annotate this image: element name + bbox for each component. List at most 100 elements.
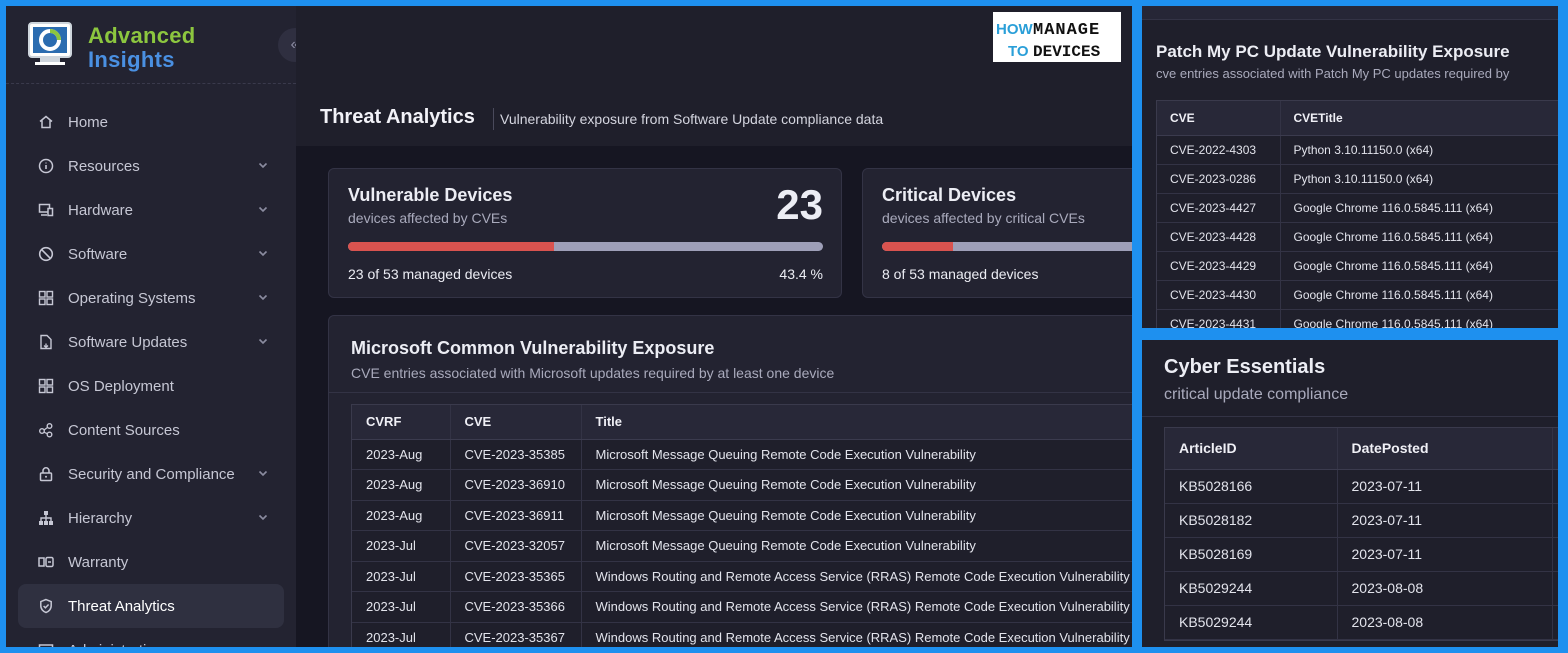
sidebar-item-label: Hierarchy	[68, 509, 133, 527]
sidebar-item-software[interactable]: Software	[18, 232, 284, 276]
microsoft-cve-panel: Microsoft Common Vulnerability Exposure …	[328, 315, 1132, 647]
table-cell: CVE-2023-35365	[450, 561, 582, 592]
panel-subtitle: cve entries associated with Patch My PC …	[1156, 66, 1510, 81]
critical-devices-card[interactable]: Critical Devices devices affected by cri…	[862, 168, 1132, 298]
card-footer: 8 of 53 managed devices	[882, 266, 1039, 282]
table-row[interactable]: KB5028166 2023-07-11	[1165, 469, 1558, 504]
table-cell: Google Chrome 116.0.5845.111 (x64)	[1280, 309, 1558, 328]
table-cell: Google Chrome 116.0.5845.111 (x64)	[1280, 280, 1558, 310]
progress-bar	[882, 242, 1132, 251]
table-cell: CVE-2023-4430	[1157, 280, 1281, 310]
sidebar-item-hierarchy[interactable]: Hierarchy	[18, 496, 284, 540]
sidebar-item-os-deployment[interactable]: OS Deployment	[18, 364, 284, 408]
table-row[interactable]: KB5029244 2023-08-08	[1165, 571, 1558, 606]
table-row[interactable]: CVE-2023-4428 Google Chrome 116.0.5845.11…	[1157, 222, 1558, 252]
table-cell: CVE-2023-35385	[450, 439, 582, 470]
column-header[interactable]: Title	[581, 405, 1132, 440]
table-cell: 2023-Jul	[352, 591, 451, 623]
table-row[interactable]: KB5028182 2023-07-11	[1165, 503, 1558, 538]
table-cell: Google Chrome 116.0.5845.111 (x64)	[1280, 251, 1558, 281]
table-cell: CVE-2023-36911	[450, 500, 582, 531]
table-cell: CVE-2022-4303	[1157, 135, 1281, 165]
column-header[interactable]: CVE	[450, 405, 582, 440]
table-cell: CVE-2023-35366	[450, 591, 582, 623]
chevron-down-icon[interactable]	[256, 158, 270, 172]
table-row[interactable]: 2023-Aug CVE-2023-36910 Microsoft Message …	[352, 469, 1132, 501]
table-cell: Google Chrome 116.0.5845.111 (x64)	[1280, 222, 1558, 252]
sidebar-divider	[6, 83, 296, 84]
progress-fill	[348, 242, 555, 251]
sidebar-item-resources[interactable]: Resources	[18, 144, 284, 188]
table-cell: CVE-2023-32057	[450, 530, 582, 562]
update-file-icon	[38, 334, 54, 350]
table-row[interactable]: CVE-2023-4430 Google Chrome 116.0.5845.11…	[1157, 280, 1558, 310]
windows-icon	[38, 378, 54, 394]
main-window: Advanced Insights « Home Resources Hardwar…	[6, 6, 1132, 647]
table-row[interactable]: CVE-2023-0286 Python 3.10.11150.0 (x64)	[1157, 164, 1558, 194]
chevron-down-icon[interactable]	[256, 334, 270, 348]
card-title: Vulnerable Devices	[348, 185, 513, 205]
table-cell: Microsoft Message Queuing Remote Code Ex…	[581, 530, 1132, 562]
table-row[interactable]: CVE-2022-4303 Python 3.10.11150.0 (x64)	[1157, 135, 1558, 165]
content-area: Threat Analytics Vulnerability exposure …	[296, 94, 1132, 647]
table-cell-empty	[1552, 469, 1558, 504]
table-row[interactable]: 2023-Aug CVE-2023-35385 Microsoft Message …	[352, 439, 1132, 470]
table-cell: 2023-08-08	[1337, 571, 1553, 606]
column-header[interactable]: CVETitle	[1280, 101, 1558, 136]
chevron-down-icon[interactable]	[256, 510, 270, 524]
card-value: 23	[776, 181, 823, 228]
table-row[interactable]: 2023-Jul CVE-2023-35366 Windows Routing an…	[352, 591, 1132, 623]
sidebar-item-label: Threat Analytics	[68, 597, 175, 615]
table-row[interactable]: 2023-Aug CVE-2023-36911 Microsoft Message …	[352, 500, 1132, 531]
lock-icon	[38, 466, 54, 482]
sidebar-item-security-and-compliance[interactable]: Security and Compliance	[18, 452, 284, 496]
panel-top-strip	[1142, 6, 1558, 20]
watermark-devices: DEVICES	[1033, 43, 1101, 61]
sidebar-item-threat-analytics[interactable]: Threat Analytics	[18, 584, 284, 628]
chevron-down-icon[interactable]	[256, 466, 270, 480]
sidebar-item-home[interactable]: Home	[18, 100, 284, 144]
watermark-to: TO	[1008, 43, 1029, 60]
sidebar-item-warranty[interactable]: Warranty	[18, 540, 284, 584]
sidebar-item-hardware[interactable]: Hardware	[18, 188, 284, 232]
sidebar-item-label: OS Deployment	[68, 377, 174, 395]
panel-subtitle: critical update compliance	[1164, 386, 1349, 403]
table-row[interactable]: KB5029244 2023-08-08	[1165, 605, 1558, 640]
table-row[interactable]: KB5028169 2023-07-11	[1165, 537, 1558, 572]
table-cell: 2023-Aug	[352, 439, 451, 470]
title-separator	[493, 108, 494, 130]
sidebar-item-label: Security and Compliance	[68, 465, 235, 483]
table-cell: Microsoft Message Queuing Remote Code Ex…	[581, 439, 1132, 470]
table-row[interactable]: 2023-Jul CVE-2023-35367 Windows Routing an…	[352, 622, 1132, 647]
column-header[interactable]: CVRF	[352, 405, 451, 440]
brand-logo[interactable]: Advanced Insights	[26, 18, 226, 78]
chevron-down-icon[interactable]	[256, 202, 270, 216]
htmd-logo-icon: HOW TO MANAGE DEVICES	[996, 21, 1101, 61]
table-row[interactable]: CVE-2023-4429 Google Chrome 116.0.5845.11…	[1157, 251, 1558, 281]
sidebar-item-label: Warranty	[68, 553, 129, 571]
panel-title: Patch My PC Update Vulnerability Exposur…	[1156, 42, 1510, 61]
monitor-logo-icon	[28, 22, 72, 65]
sidebar-item-operating-systems[interactable]: Operating Systems	[18, 276, 284, 320]
chevron-down-icon[interactable]	[256, 642, 270, 647]
sidebar-item-software-updates[interactable]: Software Updates	[18, 320, 284, 364]
table-row[interactable]: 2023-Jul CVE-2023-35365 Windows Routing an…	[352, 561, 1132, 592]
progress-fill	[882, 242, 954, 251]
sidebar-item-label: Hardware	[68, 201, 134, 219]
home-icon	[38, 114, 54, 130]
vulnerable-devices-card[interactable]: Vulnerable Devices devices affected by C…	[328, 168, 842, 298]
table-cell: KB5029244	[1165, 605, 1338, 640]
chevron-down-icon[interactable]	[256, 290, 270, 304]
sidebar-item-administration[interactable]: Administration	[18, 628, 284, 647]
table-cell: KB5028166	[1165, 469, 1338, 504]
table-row[interactable]: CVE-2023-4427 Google Chrome 116.0.5845.11…	[1157, 193, 1558, 223]
column-header[interactable]: DatePosted	[1337, 428, 1553, 470]
page-title: Threat Analytics	[320, 106, 475, 128]
chevron-down-icon[interactable]	[256, 246, 270, 260]
table-row[interactable]: 2023-Jul CVE-2023-32057 Microsoft Message …	[352, 530, 1132, 562]
column-header[interactable]: CVE	[1157, 101, 1281, 136]
column-header[interactable]: ArticleID	[1165, 428, 1338, 470]
table-row[interactable]: CVE-2023-4431 Google Chrome 116.0.5845.11…	[1157, 309, 1558, 328]
sidebar-item-content-sources[interactable]: Content Sources	[18, 408, 284, 452]
sidebar-item-label: Content Sources	[68, 421, 180, 439]
